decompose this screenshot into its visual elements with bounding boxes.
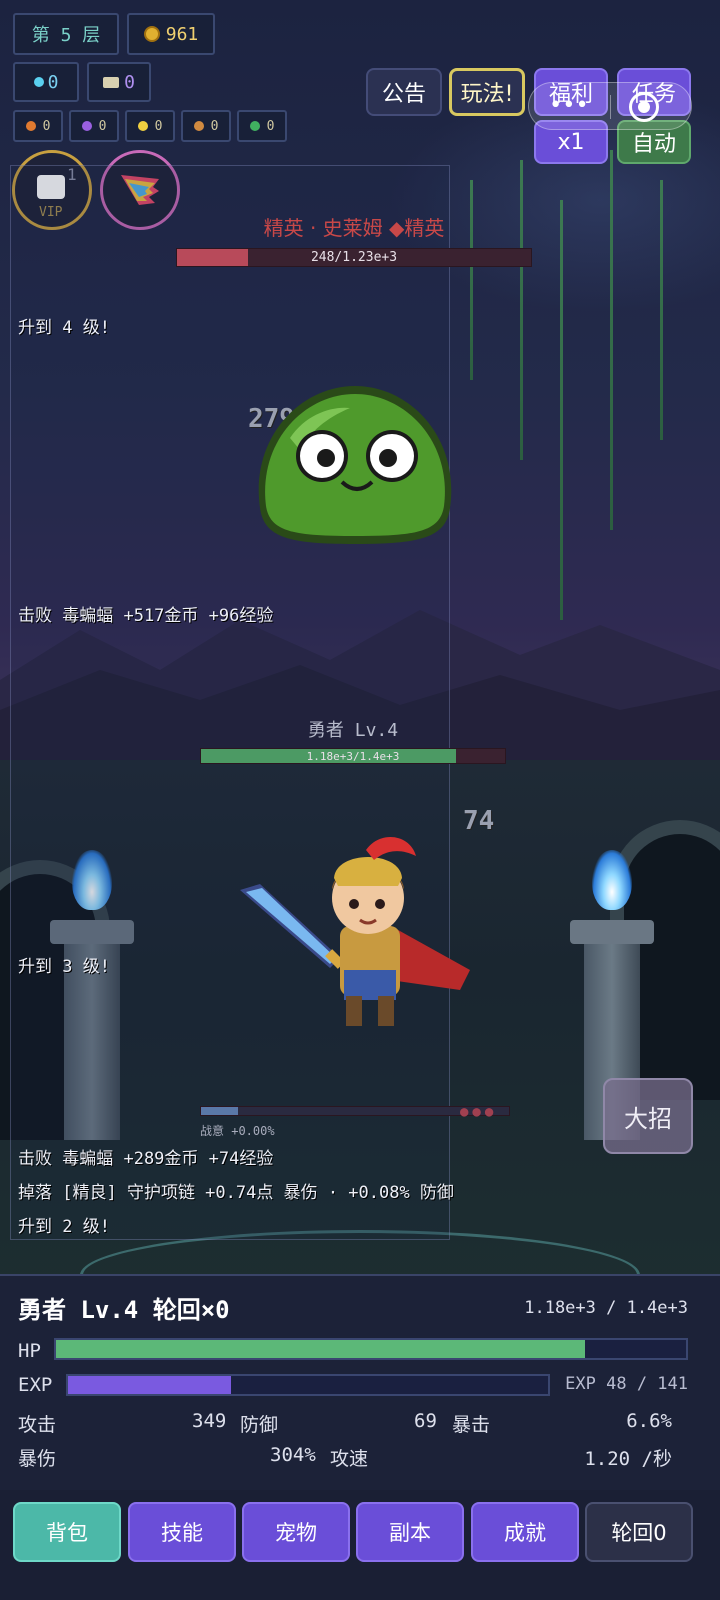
bottom-nav: 背包 技能 宠物 副本 成就 轮回0 bbox=[0, 1490, 720, 1600]
nav-label: 技能 bbox=[161, 1521, 203, 1545]
nav-dungeon-button[interactable]: 副本 bbox=[356, 1502, 464, 1562]
vine bbox=[610, 150, 613, 530]
log-line: 击败 毒蝙蝠 +289金币 +74经验 bbox=[18, 1149, 274, 1169]
ticket-icon bbox=[103, 76, 120, 88]
diamond-counter: 0 bbox=[13, 62, 79, 102]
exp-value: EXP 48 / 141 bbox=[565, 1374, 688, 1394]
slime-enemy[interactable] bbox=[250, 378, 460, 548]
log-line: 升到 4 级! bbox=[18, 318, 110, 338]
hp-label: HP bbox=[18, 1340, 41, 1362]
nav-label: 成就 bbox=[504, 1521, 546, 1545]
exp-bar-fill bbox=[68, 1376, 232, 1394]
nav-rebirth-button[interactable]: 轮回0 bbox=[585, 1502, 693, 1562]
pillar-cap-right bbox=[570, 920, 654, 944]
nav-label: 宠物 bbox=[275, 1521, 317, 1545]
gameplay-label: 玩法! bbox=[460, 82, 514, 107]
material-counter: 0 bbox=[69, 110, 119, 142]
medal-icon bbox=[193, 121, 204, 131]
charge-fill bbox=[201, 1107, 238, 1115]
material-value: 0 bbox=[42, 118, 51, 134]
close-target-icon[interactable] bbox=[629, 92, 659, 122]
vine bbox=[660, 180, 663, 440]
material-counter: 0 bbox=[237, 110, 287, 142]
hp-bar-fill bbox=[56, 1340, 586, 1358]
material-value: 0 bbox=[154, 118, 163, 134]
critdmg-value: 304% bbox=[270, 1444, 316, 1466]
more-dots-icon[interactable]: ••• bbox=[549, 95, 589, 117]
charge-dots: ●●● bbox=[460, 1104, 498, 1120]
ticket-value: 0 bbox=[124, 71, 135, 93]
material-value: 0 bbox=[266, 118, 275, 134]
critdmg-label: 暴伤 bbox=[18, 1448, 57, 1470]
hp-value: 1.18e+3 / 1.4e+3 bbox=[524, 1298, 688, 1318]
enemy-name: 精英 · 史莱姆 ◆精英 bbox=[263, 216, 445, 240]
hero-hp-bar-overhead: 1.18e+3/1.4e+3 bbox=[200, 748, 506, 764]
charge-label: 战意 +0.00% bbox=[200, 1124, 275, 1138]
hp-bar bbox=[54, 1338, 688, 1360]
vine bbox=[560, 200, 563, 620]
blue-flame-right bbox=[592, 850, 632, 910]
hero-overhead-name: 勇者 Lv.4 bbox=[307, 720, 399, 741]
vine bbox=[470, 180, 473, 380]
nav-label: 轮回0 bbox=[611, 1521, 667, 1545]
ultimate-button[interactable]: 大招 bbox=[603, 1078, 693, 1154]
nav-skills-button[interactable]: 技能 bbox=[128, 1502, 236, 1562]
coin-icon bbox=[143, 26, 160, 42]
diamond-value: 0 bbox=[47, 71, 59, 93]
crit-value: 6.6% bbox=[626, 1410, 672, 1432]
nav-label: 副本 bbox=[389, 1521, 431, 1545]
menu-capsule[interactable]: ••• bbox=[528, 82, 692, 130]
spd-label: 攻速 bbox=[330, 1448, 369, 1470]
star-icon bbox=[137, 121, 148, 131]
nav-label: 背包 bbox=[46, 1521, 88, 1545]
crit-label: 暴击 bbox=[452, 1414, 491, 1436]
atk-label: 攻击 bbox=[18, 1414, 57, 1436]
log-line: 升到 3 级! bbox=[18, 957, 110, 977]
log-line: 击败 毒蝙蝠 +517金币 +96经验 bbox=[18, 606, 274, 626]
ticket-counter: 0 bbox=[87, 62, 151, 102]
material-counter: 0 bbox=[181, 110, 231, 142]
exp-bar bbox=[66, 1374, 550, 1396]
hero-title: 勇者 Lv.4 轮回×0 bbox=[18, 1296, 230, 1324]
nav-pets-button[interactable]: 宠物 bbox=[242, 1502, 350, 1562]
gameplay-button[interactable]: 玩法! bbox=[449, 68, 525, 116]
ultimate-label: 大招 bbox=[624, 1104, 672, 1133]
material-counter: 0 bbox=[125, 110, 175, 142]
gold-counter: 961 bbox=[127, 13, 215, 55]
log-line: 升到 2 级! bbox=[18, 1217, 110, 1237]
enemy-hp-bar: 248/1.23e+3 bbox=[176, 248, 532, 267]
hero-hp-text-overhead: 1.18e+3/1.4e+3 bbox=[306, 749, 400, 763]
def-value: 69 bbox=[414, 1410, 437, 1432]
auto-label: 自动 bbox=[631, 132, 676, 157]
nav-bag-button[interactable]: 背包 bbox=[13, 1502, 121, 1562]
nav-achievements-button[interactable]: 成就 bbox=[471, 1502, 579, 1562]
floor-indicator: 第 5 层 bbox=[13, 13, 119, 55]
gold-value: 961 bbox=[165, 23, 199, 45]
material-value: 0 bbox=[210, 118, 219, 134]
green-orb-icon bbox=[249, 121, 260, 131]
log-line: 掉落 [精良] 守护项链 +0.74点 暴伤 · +0.08% 防御 bbox=[18, 1183, 454, 1203]
material-value: 0 bbox=[98, 118, 107, 134]
notice-label: 公告 bbox=[381, 82, 426, 107]
hero-character[interactable] bbox=[240, 830, 480, 1040]
orange-gem-icon bbox=[25, 121, 36, 131]
atk-value: 349 bbox=[192, 1410, 227, 1432]
enemy-hp-text: 248/1.23e+3 bbox=[310, 250, 398, 265]
material-counter: 0 bbox=[13, 110, 63, 142]
def-label: 防御 bbox=[240, 1414, 279, 1436]
notice-button[interactable]: 公告 bbox=[366, 68, 442, 116]
exp-label: EXP bbox=[18, 1374, 53, 1396]
floor-text: 第 5 层 bbox=[31, 25, 101, 46]
purple-drop-icon bbox=[81, 121, 92, 131]
capsule-divider bbox=[610, 95, 611, 119]
spd-value: 1.20 /秒 bbox=[584, 1448, 672, 1470]
diamond-icon bbox=[33, 77, 44, 87]
vine bbox=[520, 160, 523, 460]
speed-label: x1 bbox=[557, 129, 585, 155]
hero-stats-panel: 勇者 Lv.4 轮回×0 1.18e+3 / 1.4e+3 HP EXP EXP… bbox=[0, 1274, 720, 1490]
